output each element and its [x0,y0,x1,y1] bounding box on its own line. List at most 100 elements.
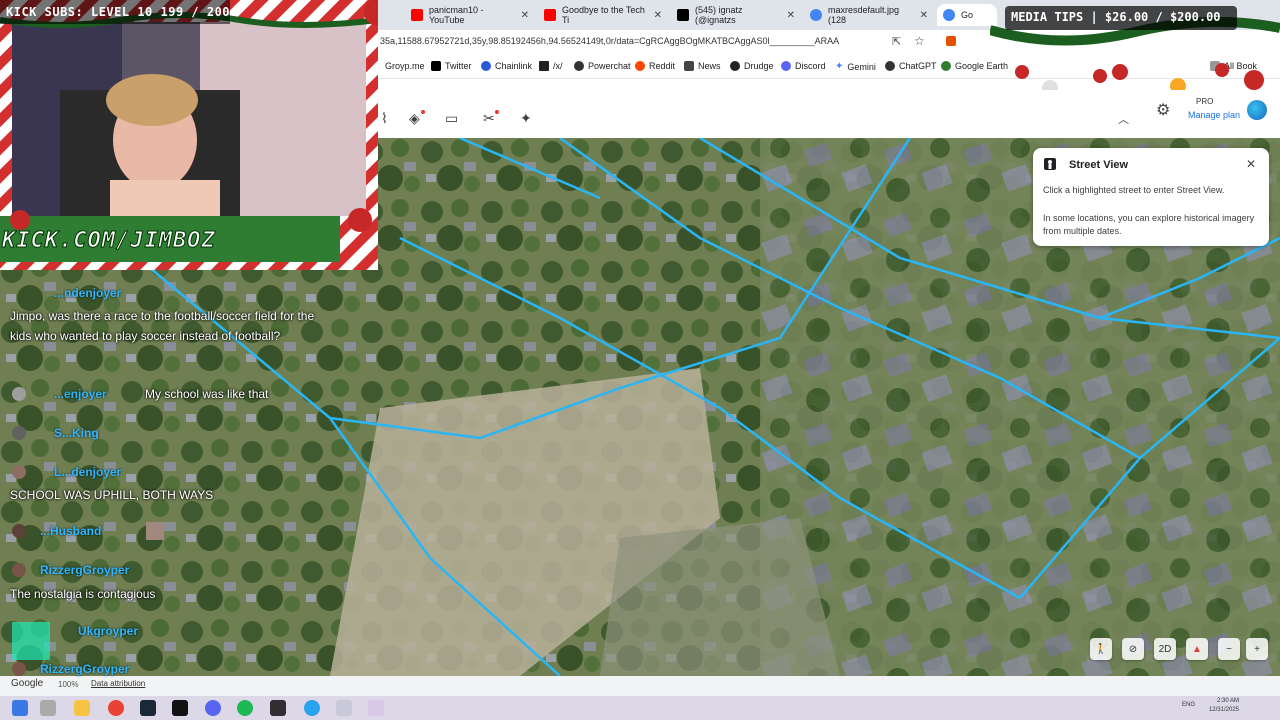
reddit-icon [635,61,645,71]
layers-icon[interactable]: ◈ [409,110,420,127]
user-badge-icon [12,662,26,676]
chat-username: ...ndenjoyer [54,286,122,300]
emote-icon [146,522,164,540]
bookmark-powerchat[interactable]: Powerchat [574,61,631,71]
bookmark-label: Powerchat [588,61,631,71]
sparkle-icon[interactable]: ✦ [520,110,532,127]
chat-username: S...King [54,426,99,440]
chrome-icon[interactable] [108,700,124,716]
compass-icon[interactable]: ▲ [1186,638,1208,660]
user-badge-icon [12,387,26,401]
language-indicator[interactable]: ENG [1182,702,1195,708]
sparkle-icon: ✦ [835,61,844,72]
chat-username: ...enjoyer [54,387,107,401]
terminal-icon[interactable] [172,700,188,716]
close-icon[interactable]: ✕ [654,10,662,21]
close-icon[interactable]: ✕ [521,10,529,21]
folder-icon[interactable] [74,700,90,716]
youtube-icon [544,9,556,21]
view-2d-button[interactable]: 2D [1154,638,1176,660]
extension-icon[interactable] [946,36,956,46]
x-icon [677,9,689,21]
bookmark-news[interactable]: News [684,61,721,71]
clock-time: 2:30 AM [1216,698,1239,704]
tab-label: Goodbye to the Tech Ti [562,5,645,25]
user-badge-icon [12,524,26,538]
task-view-icon[interactable] [40,700,56,716]
bookmark-label: Drudge [744,61,774,71]
start-icon[interactable] [12,700,28,716]
bookmark-chainlink[interactable]: Chainlink [481,61,532,71]
bookmark-discord[interactable]: Discord [781,61,826,71]
app-icon[interactable] [368,700,384,716]
street-view-history-note: In some locations, you can explore histo… [1043,213,1255,236]
street-view-title: Street View [1069,159,1129,171]
gear-icon[interactable]: ⚙ [1156,100,1170,120]
url-text[interactable]: 35a,11588.67952721d,35y,98.85192456h,94.… [380,36,839,46]
youtube-icon [411,9,423,21]
obs-icon[interactable] [270,700,286,716]
bookmark-label: /x/ [553,61,563,71]
chainlink-icon [481,61,491,71]
path-icon[interactable]: ⌇ [381,110,388,127]
avatar[interactable] [1247,100,1267,120]
globe-icon [810,9,822,21]
discord-icon[interactable] [205,700,221,716]
data-attribution-link[interactable]: Data attribution [91,679,145,688]
clock[interactable]: 2:30 AM 12/31/2025 [1203,697,1239,715]
user-badge-icon [12,465,26,479]
bookmark-twitter[interactable]: Twitter [431,61,472,71]
zoom-in-button[interactable]: + [1246,638,1268,660]
bookmark-label: ChatGPT [899,61,937,71]
manage-plan-link[interactable]: Manage plan [1188,110,1240,120]
bookmark-label: Groyp.me [385,61,425,71]
street-view-instruction: Click a highlighted street to enter Stre… [1043,185,1225,195]
bookmark-drudge[interactable]: Drudge [730,61,774,71]
chat-message: SCHOOL WAS UPHILL, BOTH WAYS [10,488,214,502]
bookmark-groyp[interactable]: Groyp.me [385,61,425,71]
tab-label: Go [961,10,974,20]
bookmark-gemini[interactable]: ✦ Gemini [835,61,876,72]
bookmark-x[interactable]: /x/ [539,61,563,71]
bookmark-reddit[interactable]: Reddit [635,61,675,71]
media-tips-counter: MEDIA TIPS | $26.00 / $200.00 [1011,10,1221,24]
tab-label: panicman10 - YouTube [429,5,484,25]
close-icon[interactable]: ✕ [1246,157,1256,171]
zoom-level: 100% [58,680,79,689]
edge-icon[interactable] [304,700,320,716]
chevron-up-icon[interactable]: ︿ [1118,111,1129,127]
zoom-out-button[interactable]: − [1218,638,1240,660]
bookmark-chatgpt[interactable]: ChatGPT [885,61,937,71]
chat-message: Jimpo, was there a race to the football/… [10,309,315,343]
pro-label: PRO [1196,97,1214,106]
tools-icon[interactable]: ✂ [483,110,495,127]
bookmark-star-icon[interactable]: ☆ [914,34,925,48]
chat-username: RizzergGroyper [40,662,130,676]
bookmark-label: News [698,61,721,71]
google-icon [943,9,955,21]
tab-youtube-1[interactable]: panicman10 - YouTube ✕ [405,4,535,26]
spotify-icon[interactable] [237,700,253,716]
close-icon[interactable]: ✕ [787,10,795,21]
discord-icon [781,61,791,71]
rotate-icon[interactable]: ⊘ [1122,638,1144,660]
tab-google-maps[interactable]: Go [937,4,997,26]
pegman-icon[interactable]: 🚶 [1090,638,1112,660]
chat-username: Ukgroyper [78,624,139,638]
tab-label: (545) ignatz (@ignatzs [695,5,743,25]
steam-icon[interactable] [140,700,156,716]
install-app-icon[interactable]: ⇱ [892,35,901,48]
drudge-icon [730,61,740,71]
chat-username: RizzergGroyper [40,563,130,577]
chat-message: The nostalgia is contagious [10,587,156,601]
ruler-icon[interactable]: ▭ [445,110,458,127]
earth-icon [941,61,951,71]
tab-twitter[interactable]: (545) ignatz (@ignatzs ✕ [671,4,801,26]
tab-youtube-2[interactable]: Goodbye to the Tech Ti ✕ [538,4,668,26]
bookmark-label: Chainlink [495,61,533,71]
app-icon[interactable] [336,700,352,716]
close-icon[interactable]: ✕ [920,10,928,21]
clover-icon [539,61,549,71]
user-badge-icon [12,563,26,577]
tab-image[interactable]: maxresdefault.jpg (128 ✕ [804,4,934,26]
